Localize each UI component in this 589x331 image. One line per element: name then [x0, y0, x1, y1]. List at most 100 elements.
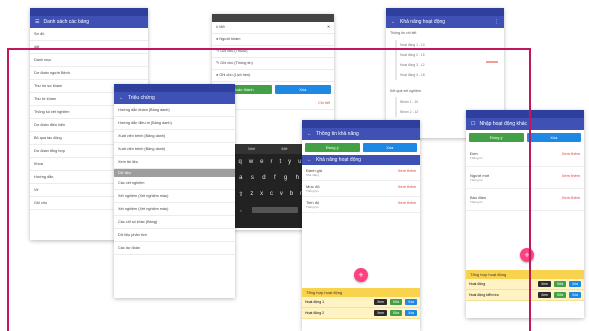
- status-bar: [30, 8, 148, 16]
- list-item[interactable]: Danh mục: [30, 54, 148, 67]
- chart-label: Nhóm 1 - 10: [400, 100, 418, 104]
- edit-button[interactable]: Sửa: [553, 292, 567, 298]
- confirm-button[interactable]: Đồng ý: [305, 143, 360, 152]
- add-fab-button[interactable]: +: [520, 248, 534, 262]
- confirm-button[interactable]: Đồng ý: [469, 133, 524, 142]
- row-label: Hoạt động 1: [305, 300, 325, 304]
- list-item[interactable]: Các dự đoán: [114, 242, 235, 255]
- action-row: Đồng ý Xóa: [302, 140, 420, 155]
- menu-item[interactable]: ● Ghi chú (Lịch hẹn): [212, 70, 334, 82]
- list-card[interactable]: Đánh giá Khả năng Xem thêm: [302, 165, 420, 181]
- list-card[interactable]: Bảo đảm Thông tin Xem thêm: [466, 189, 584, 211]
- card-sub: Thông tin: [470, 178, 483, 182]
- menu-item[interactable]: ● Người khám: [212, 34, 334, 46]
- menu-label: Ghi chú (Lịch hẹn): [219, 73, 251, 77]
- list-card[interactable]: Đơn Thông tin Xem thêm: [466, 145, 584, 167]
- card-link[interactable]: Xem thêm: [398, 184, 416, 193]
- view-button[interactable]: Xem: [374, 310, 387, 316]
- status-bar: [114, 84, 235, 92]
- list-card[interactable]: Người mới Thông tin Xem thêm: [466, 167, 584, 189]
- list-card[interactable]: Mức độ Thông tin Xem thêm: [302, 181, 420, 197]
- suggestion[interactable]: Mở: [282, 144, 288, 154]
- list-item[interactable]: Các xét nghiệm: [114, 177, 235, 190]
- key[interactable]: h: [296, 175, 299, 181]
- comma-key[interactable]: ,: [240, 207, 242, 213]
- key[interactable]: d: [262, 175, 265, 181]
- key[interactable]: e: [260, 159, 263, 165]
- edit-button[interactable]: Sửa: [553, 281, 567, 287]
- back-arrow-icon[interactable]: ←: [307, 128, 312, 140]
- delete-button[interactable]: Xóa: [569, 281, 581, 287]
- status-bar: [466, 110, 584, 118]
- card-link[interactable]: Xem thêm: [562, 173, 580, 182]
- key[interactable]: v: [280, 191, 283, 197]
- card-sub: Thông tin: [306, 205, 319, 209]
- delete-button[interactable]: Xóa: [405, 310, 417, 316]
- key[interactable]: q: [238, 159, 241, 165]
- menu-item[interactable]: # Mở ✕: [212, 22, 334, 34]
- phone-screen-info: ← Thông tin khả năng Đồng ý Xóa ← Khả nă…: [302, 120, 420, 331]
- view-button[interactable]: Xem: [538, 281, 551, 287]
- card-link[interactable]: Xem thêm: [398, 168, 416, 177]
- card-link[interactable]: Xem thêm: [398, 200, 416, 209]
- list-item[interactable]: Các chỉ số khác (Bảng): [114, 216, 235, 229]
- key[interactable]: y: [288, 159, 291, 165]
- key[interactable]: s: [251, 175, 254, 181]
- list-item[interactable]: Dư đoán người Bệnh: [30, 67, 148, 80]
- menu-icon[interactable]: ☰: [35, 16, 39, 28]
- key[interactable]: f: [274, 175, 276, 181]
- add-fab-button[interactable]: +: [354, 268, 368, 282]
- detail-link[interactable]: Chi tiết: [318, 101, 330, 105]
- back-arrow-icon[interactable]: ←: [307, 155, 312, 165]
- card-link[interactable]: Xem thêm: [562, 195, 580, 204]
- menu-item[interactable]: ✎ Ghi chú (Thuốc): [212, 46, 334, 58]
- list-card[interactable]: Tiến độ Thông tin Xem thêm: [302, 197, 420, 213]
- checkbox-icon[interactable]: ☐: [471, 118, 475, 130]
- list-item[interactable]: Hướng dẫn điều trị (Bảng danh): [114, 117, 235, 130]
- delete-button[interactable]: Xóa: [569, 292, 581, 298]
- list-item[interactable]: Xét nghiệm (Xét nghiệm máu): [114, 190, 235, 203]
- key[interactable]: t: [279, 159, 281, 165]
- space-key[interactable]: [251, 207, 298, 213]
- edit-icon: ✎: [216, 49, 220, 53]
- list-item[interactable]: Sơ đồ: [30, 28, 148, 41]
- section-heading: Kết quả xét nghiệm: [390, 89, 421, 93]
- list-item[interactable]: Dữ liệu phân tích: [114, 229, 235, 242]
- list-item[interactable]: Hướng dẫn khám (Bảng danh): [114, 104, 235, 117]
- footer-panel: Tổng hợp hoạt động Hoạt động 1 Xem Sửa X…: [302, 288, 420, 319]
- menu-label: Ghi chú (Thuốc): [220, 49, 248, 53]
- delete-button[interactable]: Xóa: [526, 133, 581, 142]
- view-button[interactable]: Xem: [538, 292, 551, 298]
- key[interactable]: g: [284, 175, 287, 181]
- suggestion[interactable]: Mới: [248, 144, 255, 154]
- delete-button[interactable]: Xóa: [274, 85, 331, 94]
- shift-icon[interactable]: ⇧: [238, 191, 243, 198]
- list-item[interactable]: dặt: [30, 41, 148, 54]
- key[interactable]: b: [290, 191, 293, 197]
- key[interactable]: x: [260, 191, 263, 197]
- list-item[interactable]: Xem tài liệu: [114, 156, 235, 169]
- edit-button[interactable]: Sửa: [389, 310, 403, 316]
- close-icon[interactable]: ✕: [327, 22, 330, 33]
- list-item[interactable]: Xuất viện bệnh (Bảng danh): [114, 130, 235, 143]
- dot-icon: ●: [216, 73, 219, 77]
- edit-button[interactable]: Sửa: [389, 299, 403, 305]
- key[interactable]: a: [239, 175, 242, 181]
- key[interactable]: u: [298, 159, 301, 165]
- card-link[interactable]: Xem thêm: [562, 151, 580, 160]
- list-item[interactable]: Xuất viện bệnh (Bảng danh): [114, 143, 235, 156]
- list-item[interactable]: Xét nghiệm (Xét nghiệm máu): [114, 203, 235, 216]
- key[interactable]: w: [249, 159, 253, 165]
- key[interactable]: z: [250, 191, 253, 197]
- back-arrow-icon[interactable]: ←: [119, 92, 124, 104]
- key[interactable]: r: [270, 159, 272, 165]
- delete-button[interactable]: Xóa: [405, 299, 417, 305]
- footer-title: Tổng hợp hoạt động: [302, 288, 420, 297]
- menu-item[interactable]: ✎ Ghi chú (Thông tin): [212, 58, 334, 70]
- more-icon[interactable]: ⋮: [494, 16, 499, 28]
- footer-row: Hoạt động Xem Sửa Xóa: [466, 279, 584, 290]
- back-arrow-icon[interactable]: ←: [391, 16, 396, 28]
- key[interactable]: c: [270, 191, 273, 197]
- view-button[interactable]: Xem: [374, 299, 387, 305]
- delete-button[interactable]: Xóa: [362, 143, 417, 152]
